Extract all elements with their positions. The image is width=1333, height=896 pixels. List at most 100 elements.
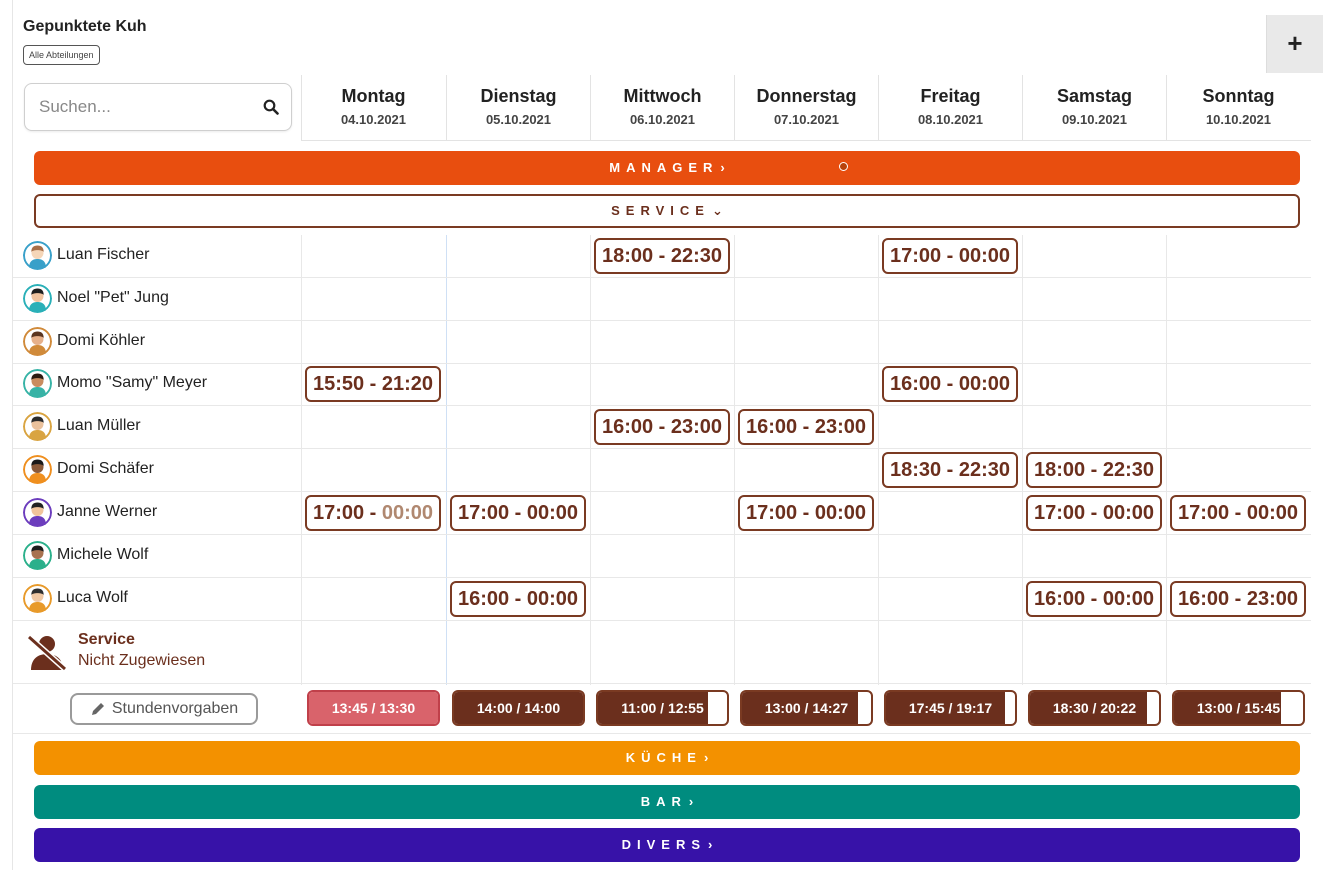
day-date: 06.10.2021 xyxy=(629,112,696,127)
employee-row: Luca Wolf 16:00 - 00:00 16:00 - 00:00 16:00… xyxy=(13,578,1311,621)
avatar-janne-werner-icon[interactable] xyxy=(23,498,52,527)
day-header-sonntag: Sonntag 10.10.2021 xyxy=(1166,75,1310,141)
employee-name[interactable]: Domi Köhler xyxy=(57,332,145,350)
employee-name[interactable]: Luan Müller xyxy=(57,417,141,435)
unassigned-title: Service xyxy=(78,631,135,648)
avatar-domi-koehler-icon[interactable] xyxy=(23,327,52,356)
hours-targets-button[interactable]: Stundenvorgaben xyxy=(70,693,258,725)
employee-name[interactable]: Luca Wolf xyxy=(57,589,128,607)
day-name: Dienstag xyxy=(480,86,557,106)
hours-divider xyxy=(13,733,1311,734)
schedule-app: Gepunktete Kuh Alle Abteilungen + Montag… xyxy=(12,0,1323,870)
header-divider xyxy=(301,140,1311,141)
employee-name[interactable]: Janne Werner xyxy=(57,503,157,521)
avatar-momo-meyer-icon[interactable] xyxy=(23,369,52,398)
employee-name[interactable]: Michele Wolf xyxy=(57,546,148,564)
employee-row: Luan Fischer 18:00 - 22:30 17:00 - 00:00 xyxy=(13,235,1311,278)
day-date: 10.10.2021 xyxy=(1205,112,1272,127)
hours-progress-cell: 17:45 / 19:17 xyxy=(884,690,1017,726)
add-button[interactable]: + xyxy=(1266,15,1323,73)
shift-end-partial: 00:00 xyxy=(381,502,434,524)
day-header-samstag: Samstag 09.10.2021 xyxy=(1022,75,1166,141)
shift-block[interactable]: 15:50 - 21:20 xyxy=(305,366,441,402)
shift-block[interactable]: 16:00 - 23:00 xyxy=(738,409,874,445)
chevron-down-icon: ⌄ xyxy=(711,203,723,218)
shift-block[interactable]: 16:00 - 23:00 xyxy=(1170,581,1306,617)
department-bar-divers[interactable]: DIVERS › xyxy=(34,828,1300,862)
department-bar-bar[interactable]: BAR › xyxy=(34,785,1300,819)
department-label: DIVERS xyxy=(621,837,707,852)
day-name: Donnerstag xyxy=(756,86,857,106)
shift-block[interactable]: 17:00 - 00:00 xyxy=(450,495,586,531)
department-bar-manager[interactable]: MANAGER › xyxy=(34,151,1300,185)
employee-name[interactable]: Luan Fischer xyxy=(57,246,150,264)
avatar-noel-jung-icon[interactable] xyxy=(23,284,52,313)
shift-block[interactable]: 16:00 - 23:00 xyxy=(594,409,730,445)
day-date: 04.10.2021 xyxy=(340,112,407,127)
department-bar-kueche[interactable]: KÜCHE › xyxy=(34,741,1300,775)
search-input[interactable] xyxy=(39,84,239,130)
search-icon[interactable] xyxy=(263,99,279,115)
day-header-donnerstag: Donnerstag 07.10.2021 xyxy=(734,75,878,141)
hours-progress-cell: 11:00 / 12:55 xyxy=(596,690,729,726)
avatar-michele-wolf-icon[interactable] xyxy=(23,541,52,570)
shift-block[interactable]: 18:00 - 22:30 xyxy=(1026,452,1162,488)
employee-row: Luan Müller 16:00 - 23:00 16:00 - 23:00 xyxy=(13,406,1311,449)
hours-progress-text: 11:00 / 12:55 xyxy=(621,700,704,716)
employee-row: Domi Köhler xyxy=(13,321,1311,364)
organization-name: Gepunktete Kuh xyxy=(23,18,147,35)
shift-block[interactable]: 18:00 - 22:30 xyxy=(594,238,730,274)
shift-block[interactable]: 17:00 - 00:00 xyxy=(1026,495,1162,531)
hours-progress-cell: 18:30 / 20:22 xyxy=(1028,690,1161,726)
avatar-domi-schaefer-icon[interactable] xyxy=(23,455,52,484)
shift-block[interactable]: 17:00 - 00:00 xyxy=(1170,495,1306,531)
hours-progress-cell: 13:00 / 15:45 xyxy=(1172,690,1305,726)
shift-block[interactable]: 18:30 - 22:30 xyxy=(882,452,1018,488)
shift-block[interactable]: 17:00 - 00:00 xyxy=(305,495,441,531)
employee-row: Janne Werner 17:00 - 00:00 17:00 - 00:00 17… xyxy=(13,492,1311,535)
search-box[interactable] xyxy=(24,83,292,131)
day-header-dienstag: Dienstag 05.10.2021 xyxy=(446,75,590,141)
day-date: 07.10.2021 xyxy=(773,112,840,127)
department-label: BAR xyxy=(640,794,687,809)
shift-block[interactable]: 17:00 - 00:00 xyxy=(738,495,874,531)
employee-name[interactable]: Domi Schäfer xyxy=(57,460,154,478)
day-name: Sonntag xyxy=(1202,86,1275,106)
day-header-freitag: Freitag 08.10.2021 xyxy=(878,75,1022,141)
chevron-right-icon: › xyxy=(688,794,694,809)
department-label: MANAGER xyxy=(609,160,719,175)
shift-block[interactable]: 16:00 - 00:00 xyxy=(882,366,1018,402)
day-date: 08.10.2021 xyxy=(917,112,984,127)
shift-block[interactable]: 16:00 - 00:00 xyxy=(450,581,586,617)
avatar-luan-fischer-icon[interactable] xyxy=(23,241,52,270)
hours-progress-text: 14:00 / 14:00 xyxy=(476,700,561,716)
chevron-right-icon: › xyxy=(703,750,709,765)
employee-row: Michele Wolf xyxy=(13,535,1311,578)
pencil-icon xyxy=(91,702,104,715)
hours-progress-cell: 14:00 / 14:00 xyxy=(452,690,585,726)
hours-progress-text: 18:30 / 20:22 xyxy=(1052,700,1137,716)
chevron-right-icon: › xyxy=(708,837,713,852)
shift-block[interactable]: 16:00 - 00:00 xyxy=(1026,581,1162,617)
day-name: Montag xyxy=(341,86,406,106)
department-filter-badge[interactable]: Alle Abteilungen xyxy=(23,45,100,65)
day-date: 09.10.2021 xyxy=(1061,112,1128,127)
department-bar-service[interactable]: SERVICE ⌄ xyxy=(34,194,1300,228)
avatar-luan-mueller-icon[interactable] xyxy=(23,412,52,441)
avatar-luca-wolf-icon[interactable] xyxy=(23,584,52,613)
hours-progress-text: 17:45 / 19:17 xyxy=(908,700,993,716)
day-name: Mittwoch xyxy=(623,86,702,106)
employee-row: Domi Schäfer 18:30 - 22:30 18:00 - 22:30 xyxy=(13,449,1311,492)
hours-progress-text: 13:45 / 13:30 xyxy=(331,700,416,716)
employee-row: Noel "Pet" Jung xyxy=(13,278,1311,321)
employee-name[interactable]: Noel "Pet" Jung xyxy=(57,289,169,307)
department-label: SERVICE xyxy=(611,203,710,218)
day-header-mittwoch: Mittwoch 06.10.2021 xyxy=(590,75,734,141)
hours-progress-text: 13:00 / 15:45 xyxy=(1196,700,1281,716)
unassigned-row: Service Nicht Zugewiesen xyxy=(13,622,1311,684)
employee-row: Momo "Samy" Meyer 15:50 - 21:20 16:00 - 00… xyxy=(13,363,1311,406)
day-name: Samstag xyxy=(1056,86,1133,106)
hours-progress-text: 13:00 / 14:27 xyxy=(764,700,849,716)
employee-name[interactable]: Momo "Samy" Meyer xyxy=(57,374,207,392)
shift-block[interactable]: 17:00 - 00:00 xyxy=(882,238,1018,274)
